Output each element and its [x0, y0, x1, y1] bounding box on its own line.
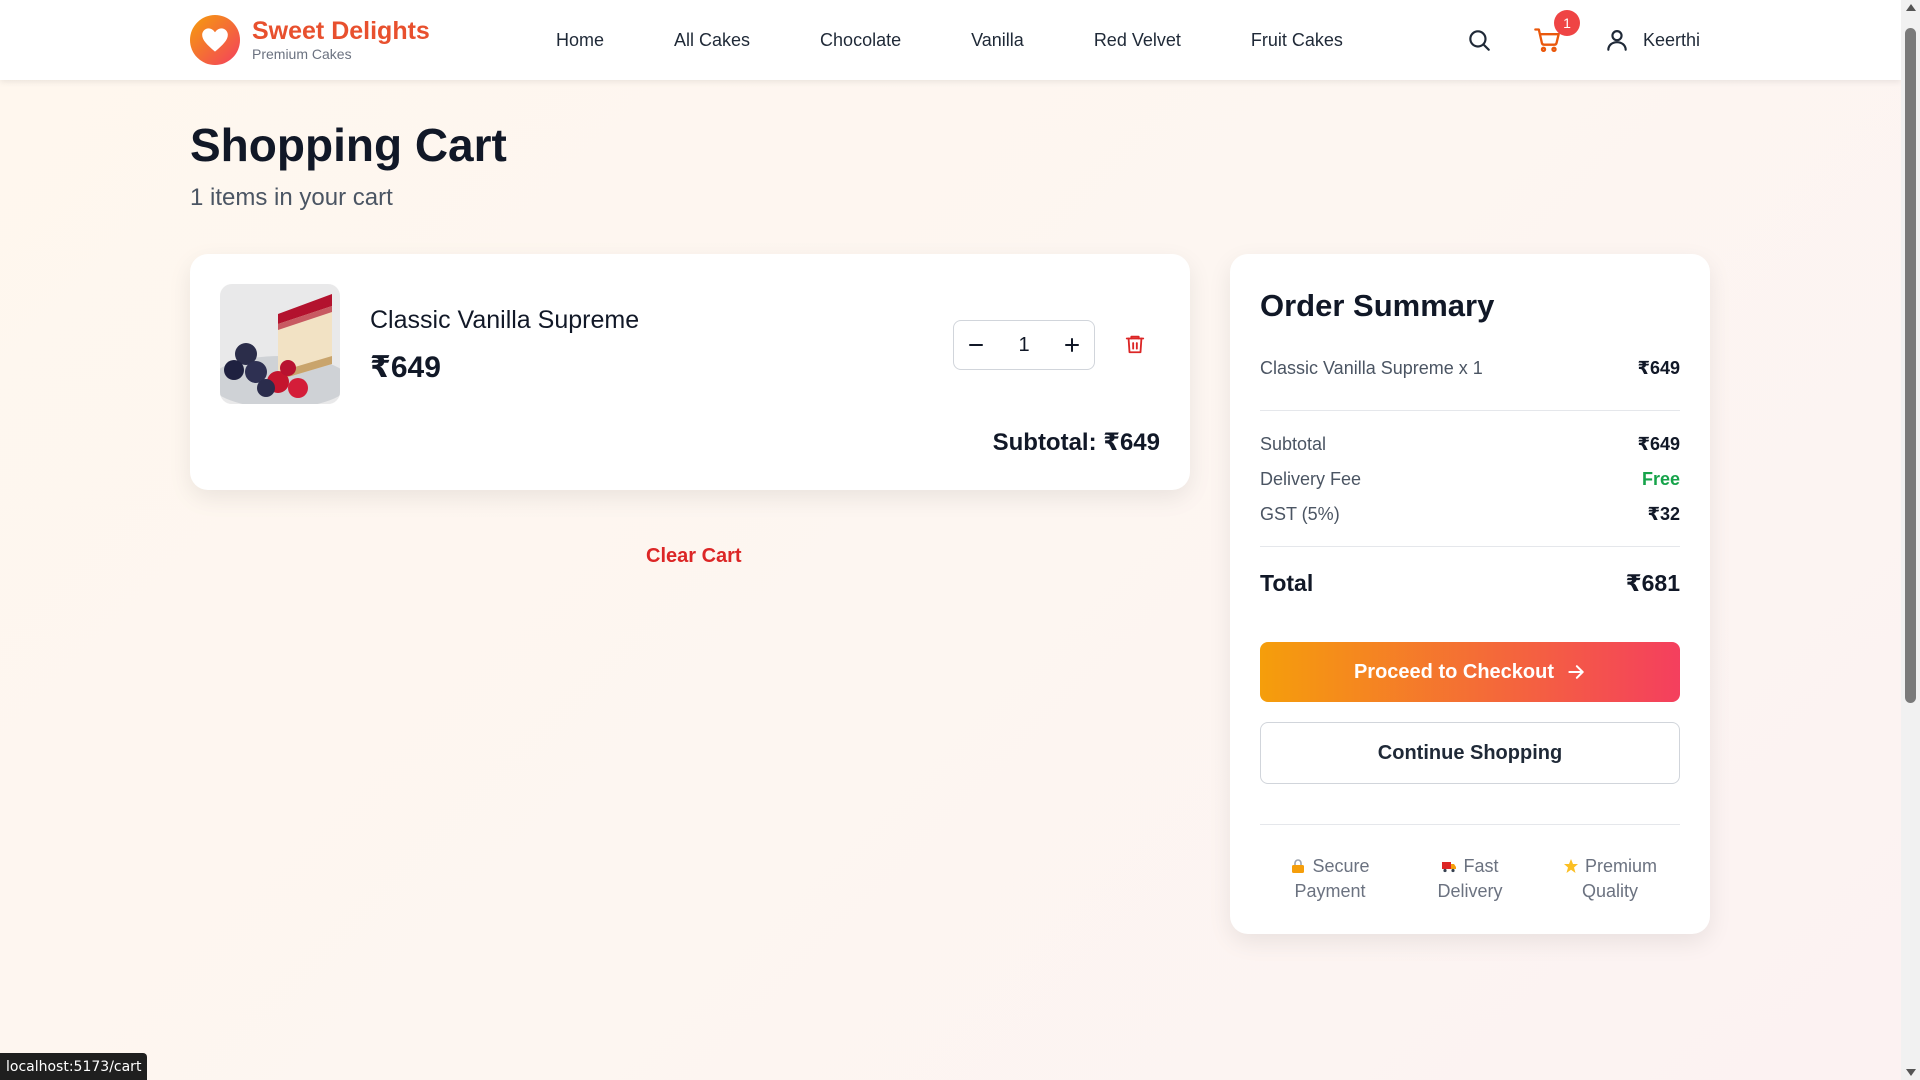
continue-shopping-button[interactable]: Continue Shopping	[1260, 722, 1680, 784]
trash-icon[interactable]	[1124, 332, 1146, 361]
trust-features: Secure Payment Fast Delivery Premium Qua…	[1260, 854, 1680, 904]
minus-icon	[969, 344, 983, 346]
delivery-fee-value: Free	[1641, 469, 1680, 489]
checkout-button-label: Proceed to Checkout	[1353, 660, 1555, 683]
cart-item-subtotal: Subtotal: ₹649	[992, 429, 1160, 456]
summary-line-item-label: Classic Vanilla Supreme x 1	[1260, 358, 1483, 378]
quantity-value: 1	[1018, 333, 1030, 356]
feature-premium-quality: Premium Quality	[1545, 854, 1675, 904]
user-icon[interactable]	[1604, 26, 1630, 54]
summary-delivery-row: Delivery Fee Free	[1260, 469, 1680, 490]
subtotal-value: ₹649	[1637, 434, 1680, 454]
proceed-to-checkout-button[interactable]: Proceed to Checkout	[1260, 642, 1680, 702]
cart-item-price: ₹649	[370, 351, 441, 384]
summary-line-item-value: ₹649	[1637, 358, 1680, 378]
cart-item-name: Classic Vanilla Supreme	[370, 306, 640, 334]
truck-icon	[1442, 862, 1457, 873]
lock-icon	[1292, 859, 1305, 873]
summary-gst-row: GST (5%) ₹32	[1260, 504, 1680, 525]
star-icon	[1563, 859, 1578, 873]
status-bar-url: localhost:5173/cart	[0, 1053, 148, 1080]
summary-subtotal-row: Subtotal ₹649	[1260, 434, 1680, 455]
scroll-down-arrow-icon[interactable]	[1906, 1069, 1916, 1076]
nav-link-red-velvet[interactable]: Red Velvet	[1094, 30, 1181, 51]
clear-cart-button[interactable]: Clear Cart	[646, 545, 742, 568]
summary-divider	[1260, 824, 1680, 825]
nav-link-vanilla[interactable]: Vanilla	[971, 30, 1024, 51]
summary-divider	[1260, 410, 1680, 411]
cake-image[interactable]	[220, 284, 340, 404]
total-label: Total	[1260, 570, 1314, 596]
feature-fast-delivery: Fast Delivery	[1437, 856, 1503, 901]
summary-divider	[1260, 546, 1680, 547]
cart-item-count: 1 items in your cart	[190, 184, 393, 211]
feature-secure-payment: Secure Payment	[1265, 854, 1395, 904]
nav-link-home[interactable]: Home	[556, 30, 604, 51]
subtotal-label: Subtotal	[1260, 434, 1327, 454]
arrow-right-icon	[1568, 665, 1584, 679]
nav-menu: Home All Cakes Chocolate Vanilla Red Vel…	[556, 0, 1413, 80]
user-name[interactable]: Keerthi	[1643, 30, 1700, 51]
cart-count-badge: 1	[1554, 10, 1580, 36]
quantity-stepper: 1	[953, 320, 1095, 370]
page-scrollbar[interactable]	[1901, 0, 1920, 1080]
increase-quantity-button[interactable]	[1050, 321, 1094, 369]
page-title: Shopping Cart	[190, 119, 507, 171]
top-navbar: Sweet Delights Premium Cakes Home All Ca…	[0, 0, 1901, 80]
gst-value: ₹32	[1647, 504, 1680, 524]
nav-link-all-cakes[interactable]: All Cakes	[674, 30, 750, 51]
scroll-up-arrow-icon[interactable]	[1906, 4, 1916, 11]
plus-icon	[1065, 338, 1079, 352]
scroll-thumb[interactable]	[1905, 28, 1916, 703]
summary-total-row: Total ₹681	[1260, 570, 1680, 597]
nav-link-chocolate[interactable]: Chocolate	[820, 30, 901, 51]
search-icon[interactable]	[1466, 27, 1492, 53]
total-value: ₹681	[1625, 570, 1680, 596]
heart-icon	[190, 15, 240, 65]
order-summary-panel: Order Summary Classic Vanilla Supreme x …	[1230, 254, 1710, 934]
cart-item-card: Classic Vanilla Supreme ₹649 1 Subtotal:…	[190, 254, 1190, 490]
brand-logo[interactable]: Sweet Delights Premium Cakes	[190, 15, 430, 65]
nav-link-fruit-cakes[interactable]: Fruit Cakes	[1251, 30, 1343, 51]
brand-name: Sweet Delights	[252, 17, 430, 45]
decrease-quantity-button[interactable]	[954, 321, 998, 369]
gst-label: GST (5%)	[1260, 504, 1340, 524]
summary-line-item: Classic Vanilla Supreme x 1 ₹649	[1260, 358, 1680, 379]
delivery-fee-label: Delivery Fee	[1260, 469, 1362, 489]
brand-tagline: Premium Cakes	[252, 46, 352, 62]
order-summary-title: Order Summary	[1260, 288, 1495, 323]
